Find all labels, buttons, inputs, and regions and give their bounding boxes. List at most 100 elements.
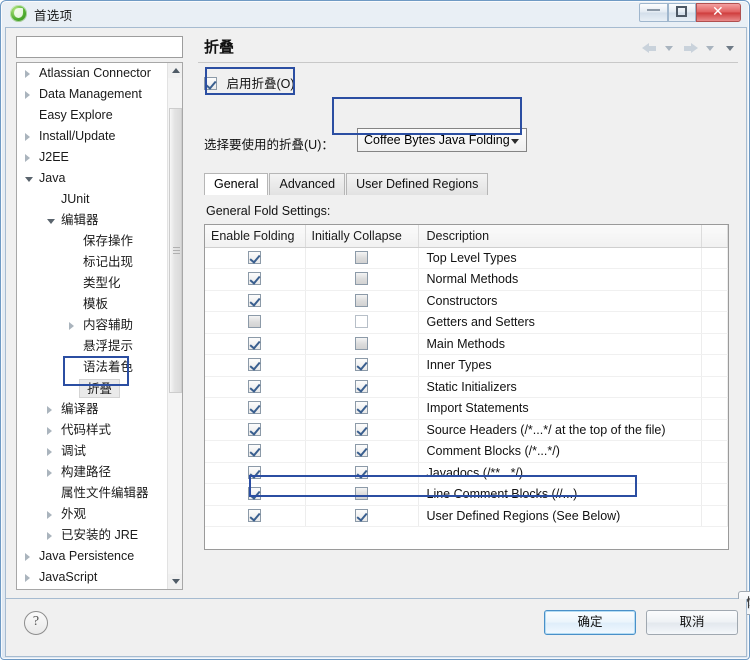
enable-folding-checkbox[interactable] bbox=[248, 379, 262, 393]
cell-enable-folding[interactable] bbox=[205, 268, 306, 291]
sidebar-item[interactable]: Easy Explore bbox=[17, 105, 169, 126]
table-row[interactable]: Comment Blocks (/*...*/) bbox=[205, 440, 728, 463]
cell-enable-folding[interactable] bbox=[205, 505, 306, 527]
enable-folding-checkbox[interactable] bbox=[248, 272, 262, 286]
sidebar-item[interactable]: 已安装的 JRE bbox=[17, 525, 169, 546]
table-row[interactable]: Line Comment Blocks (//...) bbox=[205, 483, 728, 506]
twisty-collapsed-icon[interactable] bbox=[47, 448, 52, 456]
initially-collapse-checkbox[interactable] bbox=[355, 358, 368, 372]
sidebar-item[interactable]: 调试 bbox=[17, 441, 169, 462]
twisty-collapsed-icon[interactable] bbox=[47, 427, 52, 435]
sidebar-item[interactable]: Install/Update bbox=[17, 126, 169, 147]
cell-initially-collapse[interactable] bbox=[305, 397, 419, 420]
initially-collapse-checkbox[interactable] bbox=[355, 293, 368, 307]
fold-settings-table[interactable]: Enable Folding Initially Collapse Descri… bbox=[204, 224, 729, 550]
column-header-initially-collapse[interactable]: Initially Collapse bbox=[305, 225, 419, 248]
table-row[interactable]: Inner Types bbox=[205, 354, 728, 377]
cell-enable-folding[interactable] bbox=[205, 419, 306, 441]
initially-collapse-checkbox[interactable] bbox=[355, 379, 368, 393]
twisty-collapsed-icon[interactable] bbox=[25, 574, 30, 582]
sidebar-item[interactable]: 外观 bbox=[17, 504, 169, 525]
sidebar-item[interactable]: 悬浮提示 bbox=[17, 336, 169, 357]
cell-initially-collapse[interactable] bbox=[305, 505, 419, 527]
twisty-collapsed-icon[interactable] bbox=[25, 154, 30, 162]
table-row[interactable]: Import Statements bbox=[205, 397, 728, 420]
table-row[interactable]: Static Initializers bbox=[205, 376, 728, 398]
folding-provider-select[interactable]: Coffee Bytes Java Folding bbox=[357, 128, 527, 152]
cell-initially-collapse[interactable] bbox=[305, 376, 419, 398]
enable-folding-checkbox[interactable] bbox=[248, 401, 262, 415]
sidebar-item[interactable]: Data Management bbox=[17, 84, 169, 105]
table-row[interactable]: Javadocs (/**...*/) bbox=[205, 462, 728, 484]
cell-enable-folding[interactable] bbox=[205, 311, 306, 334]
column-header-enable-folding[interactable]: Enable Folding bbox=[205, 225, 306, 248]
sidebar-item[interactable]: Atlassian Connector bbox=[17, 63, 169, 84]
scroll-up-icon[interactable] bbox=[168, 63, 182, 78]
column-header-blank[interactable] bbox=[701, 225, 728, 248]
cell-initially-collapse[interactable] bbox=[305, 462, 419, 484]
sidebar-item[interactable]: JDT Weaving bbox=[17, 588, 169, 589]
forward-arrow-icon[interactable] bbox=[683, 43, 699, 55]
table-row[interactable]: Source Headers (/*...*/ at the top of th… bbox=[205, 419, 728, 441]
initially-collapse-checkbox[interactable] bbox=[355, 250, 368, 264]
enable-folding-row[interactable]: 启用折叠(O) bbox=[204, 73, 295, 93]
cell-enable-folding[interactable] bbox=[205, 440, 306, 463]
enable-folding-checkbox[interactable] bbox=[248, 293, 262, 307]
back-arrow-icon[interactable] bbox=[642, 43, 657, 55]
sidebar-item[interactable]: 代码样式 bbox=[17, 420, 169, 441]
twisty-collapsed-icon[interactable] bbox=[25, 91, 30, 99]
twisty-collapsed-icon[interactable] bbox=[47, 511, 52, 519]
enable-folding-checkbox[interactable] bbox=[248, 444, 262, 458]
initially-collapse-checkbox[interactable] bbox=[355, 422, 368, 436]
cell-enable-folding[interactable] bbox=[205, 333, 306, 355]
preferences-tree[interactable]: Atlassian Connector Data Management Easy E… bbox=[16, 62, 183, 590]
twisty-collapsed-icon[interactable] bbox=[25, 133, 30, 141]
initially-collapse-checkbox[interactable] bbox=[355, 465, 368, 479]
search-input[interactable] bbox=[16, 36, 183, 58]
twisty-collapsed-icon[interactable] bbox=[47, 532, 52, 540]
cell-enable-folding[interactable] bbox=[205, 290, 306, 312]
table-row[interactable]: Top Level Types bbox=[205, 247, 728, 269]
ok-button[interactable]: 确定 bbox=[544, 610, 636, 635]
sidebar-item[interactable]: 构建路径 bbox=[17, 462, 169, 483]
cell-initially-collapse[interactable] bbox=[305, 268, 419, 291]
sidebar-item[interactable]: JUnit bbox=[17, 189, 169, 210]
enable-folding-checkbox[interactable] bbox=[204, 77, 217, 90]
cell-initially-collapse[interactable] bbox=[305, 419, 419, 441]
enable-folding-checkbox[interactable] bbox=[248, 250, 262, 264]
column-header-description[interactable]: Description bbox=[418, 225, 702, 248]
forward-dropdown-icon[interactable] bbox=[705, 46, 714, 52]
table-row[interactable]: Normal Methods bbox=[205, 268, 728, 291]
twisty-collapsed-icon[interactable] bbox=[25, 70, 30, 78]
cell-enable-folding[interactable] bbox=[205, 247, 306, 269]
tree-scrollbar[interactable] bbox=[167, 63, 182, 589]
help-icon[interactable]: ? bbox=[24, 611, 48, 635]
sidebar-item[interactable]: 类型化 bbox=[17, 273, 169, 294]
twisty-collapsed-icon[interactable] bbox=[47, 469, 52, 477]
cell-initially-collapse[interactable] bbox=[305, 311, 419, 334]
twisty-collapsed-icon[interactable] bbox=[47, 406, 52, 414]
cell-enable-folding[interactable] bbox=[205, 354, 306, 377]
sidebar-item[interactable]: 模板 bbox=[17, 294, 169, 315]
initially-collapse-checkbox[interactable] bbox=[355, 272, 368, 286]
cell-enable-folding[interactable] bbox=[205, 376, 306, 398]
cell-initially-collapse[interactable] bbox=[305, 483, 419, 506]
enable-folding-checkbox[interactable] bbox=[248, 465, 262, 479]
enable-folding-checkbox[interactable] bbox=[248, 315, 262, 329]
sidebar-item[interactable]: J2EE bbox=[17, 147, 169, 168]
chevron-down-icon[interactable] bbox=[511, 139, 519, 144]
initially-collapse-checkbox[interactable] bbox=[355, 487, 368, 501]
table-row[interactable]: Main Methods bbox=[205, 333, 728, 355]
tab-general[interactable]: General bbox=[204, 173, 269, 195]
sidebar-item[interactable]: 内容辅助 bbox=[17, 315, 169, 336]
twisty-collapsed-icon[interactable] bbox=[69, 322, 74, 330]
cell-enable-folding[interactable] bbox=[205, 462, 306, 484]
cell-initially-collapse[interactable] bbox=[305, 440, 419, 463]
table-row[interactable]: Getters and Setters bbox=[205, 311, 728, 334]
initially-collapse-checkbox[interactable] bbox=[355, 401, 368, 415]
sidebar-item[interactable]: Java bbox=[17, 168, 169, 189]
sidebar-item[interactable]: 标记出现 bbox=[17, 252, 169, 273]
cell-initially-collapse[interactable] bbox=[305, 333, 419, 355]
sidebar-item[interactable]: 编辑器 bbox=[17, 210, 169, 231]
enable-folding-checkbox[interactable] bbox=[248, 422, 262, 436]
